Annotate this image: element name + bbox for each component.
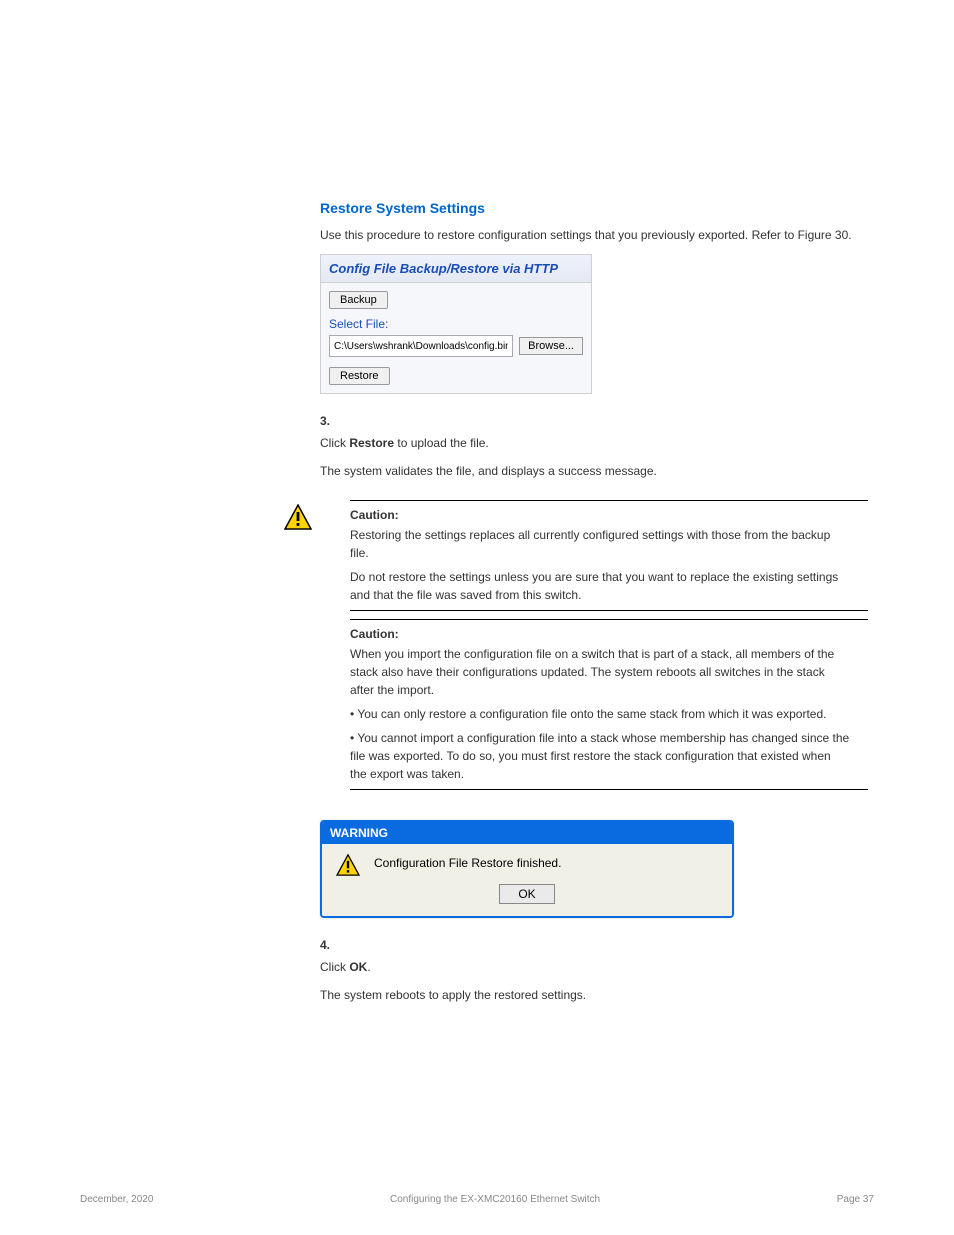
bullet-2-marker: • — [350, 731, 354, 745]
step-4-suffix: . — [367, 960, 370, 974]
caution-2-bullet-1: • You can only restore a configuration f… — [350, 705, 850, 723]
http-panel-title: Config File Backup/Restore via HTTP — [321, 255, 591, 283]
caution-icon — [284, 504, 312, 532]
step-4-bold: OK — [349, 960, 367, 974]
step-4-result: The system reboots to apply the restored… — [320, 986, 874, 1004]
warning-message: Configuration File Restore finished. — [374, 854, 561, 870]
step-4-number: 4. — [320, 938, 874, 952]
http-backup-restore-panel: Config File Backup/Restore via HTTP Back… — [320, 254, 592, 394]
warning-icon — [336, 854, 360, 876]
caution-block-1: Caution: Restoring the settings replaces… — [320, 500, 874, 611]
step-3-result: The system validates the file, and displ… — [320, 462, 874, 480]
step-3-text: Click Restore to upload the file. — [320, 434, 874, 452]
footer-title: Configuring the EX-XMC20160 Ethernet Swi… — [390, 1194, 600, 1205]
bullet-1-text: You can only restore a configuration fil… — [357, 707, 826, 721]
backup-button[interactable]: Backup — [329, 291, 388, 309]
restore-button[interactable]: Restore — [329, 367, 390, 385]
step-3-prefix: Click — [320, 436, 349, 450]
step-3-bold: Restore — [349, 436, 394, 450]
caution-2-body: When you import the configuration file o… — [350, 645, 850, 699]
caution-1-line1: Restoring the settings replaces all curr… — [350, 526, 850, 562]
footer-date: December, 2020 — [80, 1194, 153, 1205]
footer-page: Page 37 — [837, 1194, 874, 1205]
caution-1-line2: Do not restore the settings unless you a… — [350, 568, 850, 604]
step-4-prefix: Click — [320, 960, 349, 974]
browse-button[interactable]: Browse... — [519, 337, 583, 355]
step-3-number: 3. — [320, 414, 874, 428]
caution-1-title: Caution: — [350, 508, 399, 522]
bullet-1-marker: • — [350, 707, 354, 721]
ok-button[interactable]: OK — [499, 884, 554, 904]
warning-dialog-titlebar: WARNING — [322, 822, 732, 844]
caution-2-title: Caution: — [350, 627, 399, 641]
select-file-label: Select File: — [329, 317, 583, 331]
warning-dialog: WARNING Configuration File Restore finis… — [320, 820, 734, 918]
bullet-2-text: You cannot import a configuration file i… — [350, 731, 849, 781]
section-heading: Restore System Settings — [320, 200, 874, 216]
file-path-input[interactable] — [329, 335, 513, 357]
caution-2-bullet-2: • You cannot import a configuration file… — [350, 729, 850, 783]
page-footer: December, 2020 Configuring the EX-XMC201… — [80, 1194, 874, 1205]
section-intro: Use this procedure to restore configurat… — [320, 226, 874, 244]
step-4-text: Click OK. — [320, 958, 874, 976]
step-3-suffix: to upload the file. — [394, 436, 489, 450]
caution-block-2: Caution: When you import the configurati… — [320, 619, 874, 790]
